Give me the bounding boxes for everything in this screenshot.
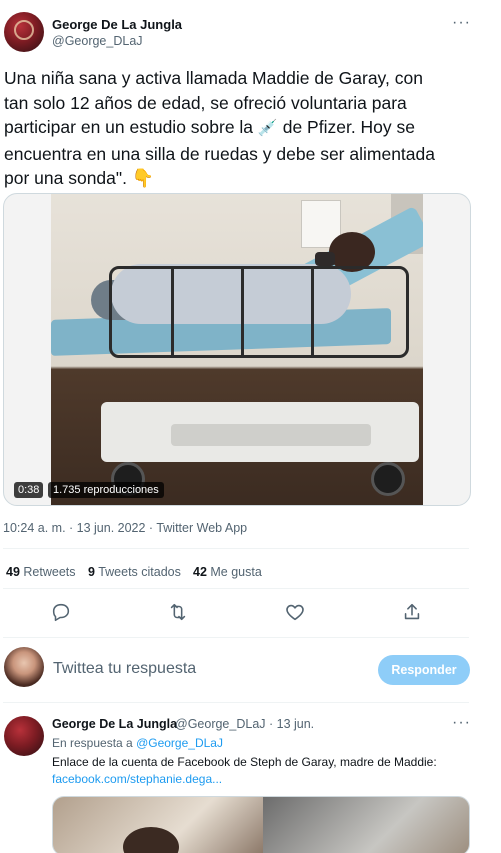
- reply-text-line: Enlace de la cuenta de Facebook de Steph…: [52, 755, 437, 769]
- video-player[interactable]: 0:38 1.735 reproducciones: [3, 193, 471, 506]
- more-options-icon[interactable]: ···: [452, 14, 471, 32]
- tweet-text-segment: participar en un estudio sobre la: [4, 117, 254, 137]
- in-reply-to-handle-link[interactable]: @George_DLaJ: [136, 736, 223, 750]
- divider: [3, 702, 469, 703]
- tweet-text-segment: por una sonda".: [4, 168, 127, 188]
- patient-mask: [315, 252, 335, 266]
- in-reply-to-label: En respuesta a: [52, 736, 133, 750]
- quotes-stat[interactable]: 9 Tweets citados: [88, 565, 181, 579]
- reply-composer: Twittea tu respuesta Responder: [0, 643, 501, 695]
- reply-more-options-icon[interactable]: ···: [452, 714, 471, 732]
- reply-icon[interactable]: [50, 601, 72, 623]
- video-thumbnail[interactable]: [51, 194, 423, 505]
- likes-count: 42: [193, 565, 207, 579]
- author-avatar[interactable]: [4, 12, 44, 52]
- video-views: 1.735 reproducciones: [48, 482, 164, 498]
- like-icon[interactable]: [284, 601, 306, 623]
- pointing-down-emoji: 👇: [131, 168, 155, 188]
- syringe-emoji: 💉: [257, 120, 278, 137]
- bed-rail-bar: [241, 266, 244, 358]
- facebook-link[interactable]: facebook.com/stephanie.dega...: [52, 772, 222, 786]
- retweet-icon[interactable]: [167, 601, 189, 623]
- tweet-actions: [0, 601, 501, 625]
- divider: [3, 588, 469, 589]
- user-avatar[interactable]: [4, 647, 44, 687]
- reply-tweet[interactable]: George De La Jungla @George_DLaJ · 13 ju…: [0, 708, 501, 853]
- reply-input[interactable]: Twittea tu respuesta: [53, 660, 196, 678]
- reply-text: Enlace de la cuenta de Facebook de Steph…: [52, 754, 472, 788]
- reply-author-avatar[interactable]: [4, 716, 44, 756]
- tweet-timestamp[interactable]: 10:24 a. m. · 13 jun. 2022 · Twitter Web…: [3, 521, 247, 535]
- reply-button[interactable]: Responder: [378, 655, 470, 685]
- reply-author-handle-date[interactable]: @George_DLaJ · 13 jun.: [175, 717, 314, 731]
- tweet-header: George De La Jungla @George_DLaJ ···: [0, 0, 501, 60]
- author-handle[interactable]: @George_DLaJ: [52, 34, 143, 48]
- retweets-label: Retweets: [23, 565, 76, 579]
- likes-label: Me gusta: [210, 565, 262, 579]
- author-name[interactable]: George De La Jungla: [52, 17, 182, 32]
- tweet-text-line: por una sonda". 👇: [4, 166, 474, 191]
- tweet-text-segment: de Pfizer. Hoy se: [282, 117, 416, 137]
- reply-media-image-right[interactable]: [263, 797, 469, 853]
- quotes-label: Tweets citados: [98, 565, 181, 579]
- reply-author-name[interactable]: George De La Jungla: [52, 717, 177, 731]
- bed-rail-bar: [311, 266, 314, 358]
- divider: [3, 548, 469, 549]
- likes-stat[interactable]: 42 Me gusta: [193, 565, 262, 579]
- share-icon[interactable]: [401, 601, 423, 623]
- tweet-text-line: participar en un estudio sobre la 💉 de P…: [4, 115, 474, 142]
- bed-rail-bar: [171, 266, 174, 358]
- reply-media-image-left[interactable]: [53, 797, 263, 853]
- bed-wheel: [371, 462, 405, 496]
- video-duration: 0:38: [14, 482, 44, 498]
- retweets-count: 49: [6, 565, 20, 579]
- quotes-count: 9: [88, 565, 95, 579]
- tweet-text-line: Una niña sana y activa llamada Maddie de…: [4, 68, 423, 88]
- retweets-stat[interactable]: 49 Retweets: [6, 565, 76, 579]
- tweet-text-line: encuentra en una silla de ruedas y debe …: [4, 143, 435, 164]
- bed-base-panel: [171, 424, 371, 446]
- tweet-text: Una niña sana y activa llamada Maddie de…: [4, 66, 474, 191]
- in-reply-to: En respuesta a @George_DLaJ: [52, 736, 223, 750]
- reply-media[interactable]: [52, 796, 470, 853]
- divider: [3, 637, 469, 638]
- tweet-text-line: tan solo 12 años de edad, se ofreció vol…: [4, 92, 407, 113]
- bed-rail: [109, 266, 409, 358]
